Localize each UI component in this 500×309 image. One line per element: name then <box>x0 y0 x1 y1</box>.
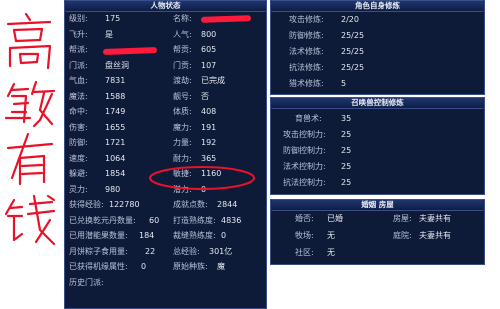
stat-right-row-label: 帮贡: <box>173 45 192 54</box>
marriage-housing-title: 婚姻 房屋 <box>271 200 484 211</box>
stat-right-row-value: 2844 <box>217 200 238 209</box>
self-cultivation-row-value: 25/25 <box>341 63 365 72</box>
character-status-title: 人物状态 <box>65 1 266 12</box>
stat-right-row-label: 打造熟练度: <box>173 215 216 225</box>
stat-right-row-value: 301亿 <box>209 246 233 256</box>
pet-control-row-label: 育兽术: <box>295 114 322 123</box>
pet-control-row: 攻击控制力: 25 <box>271 128 484 141</box>
self-cultivation-row: 猎术修炼: 5 <box>271 77 484 90</box>
stat-right-row-value: 192 <box>201 138 217 147</box>
pet-control-title: 召唤兽控制修炼 <box>271 98 484 109</box>
stat-right-row: 靓号: 否 <box>65 90 266 103</box>
stat-right-row: 总经验: 301亿 <box>65 245 266 258</box>
self-cultivation-panel: 角色自身修炼 攻击修炼: 2/20 防御修炼: 25/25 法术修炼: 25/25 抗法修炼… <box>270 0 485 95</box>
stat-right-row: 门贡: 107 <box>65 59 266 72</box>
pet-control-row: 法术控制力: 25 <box>271 160 484 173</box>
self-cultivation-row-value: 2/20 <box>341 15 359 24</box>
pet-control-row: 育兽术: 35 <box>271 112 484 125</box>
self-cultivation-row: 攻击修炼: 2/20 <box>271 13 484 26</box>
highlight-circle <box>149 166 255 190</box>
self-cultivation-title: 角色自身修炼 <box>271 1 484 12</box>
stat-right-row-value: 800 <box>201 29 217 39</box>
stat-left-row: 历史门派: <box>65 276 266 289</box>
stat-right-row-value: 365 <box>201 153 217 163</box>
stat-right-row-label: 耐力: <box>173 153 192 163</box>
marriage-row: 房屋: 夫妻共有 <box>271 212 484 225</box>
self-cultivation-row-label: 抗法修炼: <box>289 63 324 72</box>
stat-right-row: 耐力: 365 <box>65 152 266 165</box>
stat-right-row: 力量: 192 <box>65 136 266 149</box>
pet-control-panel: 召唤兽控制修炼 育兽术: 35 攻击控制力: 25 防御控制力: 25 法术控制力: 25 抗法… <box>270 97 485 195</box>
stat-right-row-label: 裁缝熟练度: <box>173 231 216 240</box>
stat-right-row: 裁缝熟练度: 0 <box>65 229 266 242</box>
marriage-row-label: 房屋: <box>393 214 412 223</box>
stat-right-row-label: 总经验: <box>173 246 200 256</box>
stat-right-row-value: 107 <box>201 60 217 70</box>
stat-right-row-value: 605 <box>201 45 217 54</box>
stat-right-row: 成就点数: 2844 <box>65 198 266 211</box>
stat-right-row: 人气: 800 <box>65 28 266 41</box>
marriage-row: 庭院: 夫妻共有 <box>271 229 484 242</box>
stat-right-row: 帮贡: 605 <box>65 43 266 56</box>
pet-control-row-label: 抗法控制力: <box>283 178 326 187</box>
stat-right-row-label: 名称: <box>173 14 192 23</box>
stat-right-row-label: 成就点数: <box>173 200 208 209</box>
character-status-panel: 人物状态 级别: 175 飞升: 是帮派: 门派: 盘丝洞 气血: 7831 魔法: 1588 命中… <box>64 0 267 309</box>
stat-right-row-value: 已完成 <box>201 76 225 85</box>
self-cultivation-row-label: 攻击修炼: <box>289 15 324 24</box>
stat-right-row: 魔力: 191 <box>65 121 266 134</box>
pet-control-row-value: 25 <box>341 146 352 155</box>
marriage-row-value: 无 <box>327 248 335 257</box>
pet-control-row-value: 35 <box>341 114 352 123</box>
stat-right-row: 打造熟练度: 4836 <box>65 214 266 227</box>
stat-right-row-label: 门贡: <box>173 60 192 70</box>
stat-right-row-value: 否 <box>201 91 209 101</box>
stat-right-row-value: 0 <box>221 231 227 240</box>
marriage-row: 社区: 无 <box>271 246 484 259</box>
self-cultivation-row-label: 防御修炼: <box>289 31 324 40</box>
stat-right-row: 原始种族: 魔 <box>65 260 266 273</box>
stat-right-row-value: 191 <box>201 122 217 132</box>
self-cultivation-row: 法术修炼: 25/25 <box>271 45 484 58</box>
marriage-row-label: 庭院: <box>393 231 412 240</box>
self-cultivation-row-label: 法术修炼: <box>289 47 324 56</box>
pet-control-row-label: 法术控制力: <box>283 162 326 171</box>
self-cultivation-row-value: 25/25 <box>341 31 365 40</box>
pet-control-row-value: 25 <box>341 162 352 171</box>
stat-right-row-label: 渡劫: <box>173 76 192 85</box>
stat-left-row-label: 历史门派: <box>69 277 104 287</box>
handwritten-annotation <box>4 12 56 246</box>
marriage-row-value: 夫妻共有 <box>419 231 451 240</box>
pet-control-row-value: 25 <box>341 178 352 187</box>
pet-control-row: 抗法控制力: 25 <box>271 176 484 189</box>
stat-right-row-label: 体质: <box>173 107 192 116</box>
self-cultivation-row: 抗法修炼: 25/25 <box>271 61 484 74</box>
self-cultivation-row-value: 5 <box>341 79 347 88</box>
stat-right-row-value: 魔 <box>217 262 225 271</box>
stat-right-row-label: 靓号: <box>173 91 192 101</box>
marriage-row-value: 夫妻共有 <box>419 214 451 223</box>
self-cultivation-row-value: 25/25 <box>341 47 365 56</box>
stat-right-row-label: 人气: <box>173 29 192 39</box>
stat-right-row-label: 魔力: <box>173 122 192 132</box>
marriage-housing-panel: 婚姻 房屋 婚否: 已婚 房屋: 夫妻共有 牧场: 无庭院: 夫妻共有 社区: 无 <box>270 199 485 265</box>
pet-control-row-label: 防御控制力: <box>283 146 326 155</box>
stat-right-row-label: 原始种族: <box>173 262 208 271</box>
stat-right-row: 渡劫: 已完成 <box>65 74 266 87</box>
pet-control-row-value: 25 <box>341 130 352 139</box>
stat-right-row-value: 408 <box>201 107 217 116</box>
self-cultivation-row: 防御修炼: 25/25 <box>271 29 484 42</box>
stat-right-row-value: 4836 <box>221 215 242 225</box>
self-cultivation-row-label: 猎术修炼: <box>289 79 324 88</box>
stat-right-row-label: 力量: <box>173 138 192 147</box>
stat-right-row: 体质: 408 <box>65 105 266 118</box>
pet-control-row-label: 攻击控制力: <box>283 130 326 139</box>
pet-control-row: 防御控制力: 25 <box>271 144 484 157</box>
marriage-row-label: 社区: <box>295 248 314 257</box>
